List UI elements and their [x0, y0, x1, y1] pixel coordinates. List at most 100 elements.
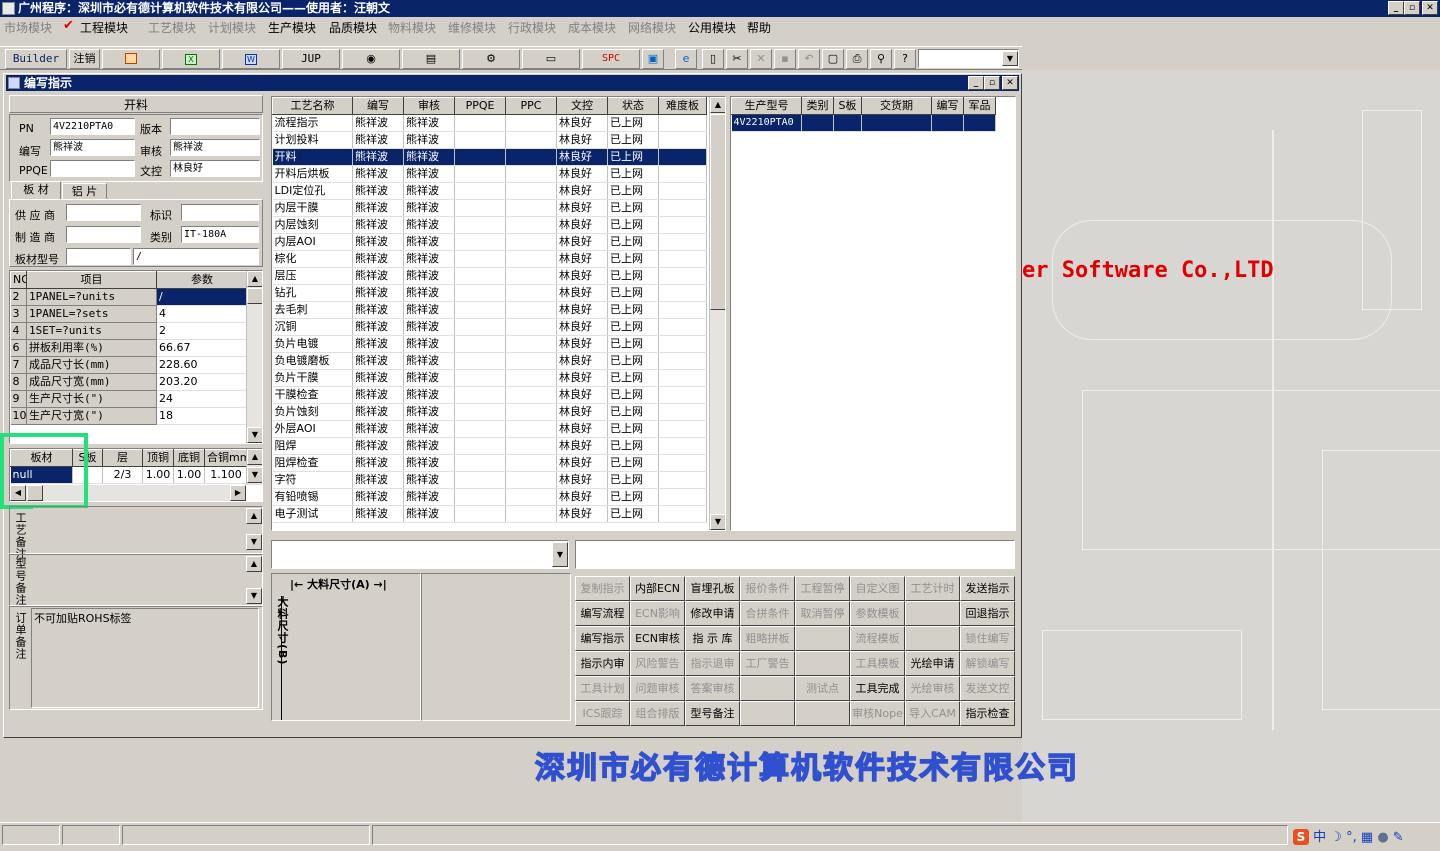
board-cell-5[interactable]: 1.100: [204, 466, 248, 484]
product-row[interactable]: 4V2210PTA0: [731, 114, 996, 132]
param-value[interactable]: 4: [156, 305, 248, 323]
action-button-2-6[interactable]: [905, 626, 960, 651]
action-button-4-4[interactable]: 测试点: [795, 676, 850, 701]
params-row[interactable]: 3 1PANEL=?sets 4: [10, 305, 248, 323]
action-button-0-4[interactable]: 工程暂停: [795, 576, 850, 601]
close-button[interactable]: ✕: [1422, 1, 1438, 15]
process-row[interactable]: 内层干膜 熊祥波 熊祥波 林良好 已上网: [272, 199, 707, 217]
board-col-5[interactable]: 合铜mm: [204, 449, 248, 467]
order-remark-field[interactable]: 不可加贴ROHS标签: [31, 608, 259, 708]
process-row[interactable]: 阻焊 熊祥波 熊祥波 林良好 已上网: [272, 437, 707, 455]
params-row[interactable]: 6 拼板利用率(%) 66.67: [10, 339, 248, 357]
action-button-1-7[interactable]: 回退指示: [960, 601, 1015, 626]
print-button[interactable]: ⎙: [846, 49, 868, 69]
action-button-2-3[interactable]: 粗略拼板: [740, 626, 795, 651]
process-col-5[interactable]: 文控: [556, 97, 608, 115]
menu-item-10[interactable]: 网络模块: [628, 19, 676, 36]
params-scrollbar[interactable]: ▲ ▼: [246, 271, 262, 443]
pn-field[interactable]: 4V2210PTA0: [50, 118, 135, 135]
cut-button[interactable]: ✂: [726, 49, 748, 69]
action-button-4-0[interactable]: 工具计划: [575, 676, 630, 701]
action-button-1-2[interactable]: 修改申请: [685, 601, 740, 626]
process-scrollbar[interactable]: ▲ ▼: [709, 97, 725, 530]
jup-button[interactable]: JUP: [282, 49, 340, 69]
action-button-5-3[interactable]: [740, 701, 795, 726]
action-button-1-0[interactable]: 编写流程: [575, 601, 630, 626]
params-row[interactable]: 2 1PANEL=?units /: [10, 288, 248, 306]
action-button-0-7[interactable]: 发送指示: [960, 576, 1015, 601]
process-row[interactable]: 字符 熊祥波 熊祥波 林良好 已上网: [272, 471, 707, 489]
scroll-thumb[interactable]: [247, 288, 262, 304]
scroll-up-icon[interactable]: ▲: [247, 449, 262, 465]
action-button-3-4[interactable]: [795, 651, 850, 676]
param-value[interactable]: 24: [156, 390, 248, 408]
menu-item-7[interactable]: 维修模块: [448, 19, 496, 36]
product-col-3[interactable]: 交货期: [861, 97, 932, 115]
product-col-0[interactable]: 生产型号: [731, 97, 802, 115]
logout-button[interactable]: 注销: [69, 49, 100, 69]
menu-item-1[interactable]: 工程模块: [80, 19, 128, 36]
action-button-3-7[interactable]: 解锁编写: [960, 651, 1015, 676]
powerpoint-button[interactable]: [102, 49, 160, 69]
scroll-up-icon[interactable]: ▲: [247, 271, 262, 287]
process-col-2[interactable]: 审核: [403, 97, 455, 115]
scroll-thumb[interactable]: [710, 114, 725, 310]
model-remark-scrollbar[interactable]: ▲ ▼: [246, 556, 262, 604]
action-button-4-7[interactable]: 发送文控: [960, 676, 1015, 701]
action-button-3-5[interactable]: 工具模板: [850, 651, 905, 676]
tools-button[interactable]: ⚙: [462, 49, 520, 69]
process-row[interactable]: 开料后烘板 熊祥波 熊祥波 林良好 已上网: [272, 165, 707, 183]
board-cell-4[interactable]: 1.00: [173, 466, 205, 484]
process-remark-scrollbar[interactable]: ▲ ▼: [246, 508, 262, 552]
params-row[interactable]: 7 成品尺寸长(mm) 228.60: [10, 356, 248, 374]
product-col-5[interactable]: 军品: [963, 97, 996, 115]
action-button-4-1[interactable]: 问题审核: [630, 676, 685, 701]
action-button-5-7[interactable]: 指示检查: [960, 701, 1015, 726]
mark-field[interactable]: [181, 204, 259, 221]
process-col-6[interactable]: 状态: [607, 97, 659, 115]
action-button-2-4[interactable]: [795, 626, 850, 651]
board-cell-3[interactable]: 1.00: [142, 466, 174, 484]
process-row[interactable]: 计划投料 熊祥波 熊祥波 林良好 已上网: [272, 131, 707, 149]
spc-button[interactable]: SPC: [582, 49, 640, 69]
save-button[interactable]: ▪: [774, 49, 796, 69]
model-remark-field[interactable]: [33, 556, 245, 604]
process-row[interactable]: 负片蚀刻 熊祥波 熊祥波 林良好 已上网: [272, 403, 707, 421]
process-row[interactable]: 沉铜 熊祥波 熊祥波 林良好 已上网: [272, 318, 707, 336]
action-button-5-0[interactable]: ICS跟踪: [575, 701, 630, 726]
process-col-7[interactable]: 难度板: [658, 97, 707, 115]
word-button[interactable]: W: [222, 49, 280, 69]
params-row[interactable]: 10 生产尺寸宽(") 18: [10, 407, 248, 425]
action-button-2-5[interactable]: 流程模板: [850, 626, 905, 651]
new-button[interactable]: ▯: [702, 49, 724, 69]
action-button-0-6[interactable]: 工艺计时: [905, 576, 960, 601]
action-button-4-2[interactable]: 答案审核: [685, 676, 740, 701]
scanner-button[interactable]: ▭: [522, 49, 580, 69]
param-value[interactable]: /: [156, 288, 248, 306]
menu-item-5[interactable]: 品质模块: [329, 19, 377, 36]
process-row[interactable]: 阻焊检查 熊祥波 熊祥波 林良好 已上网: [272, 454, 707, 472]
action-button-2-7[interactable]: 锁住编写: [960, 626, 1015, 651]
process-row[interactable]: 负电镀磨板 熊祥波 熊祥波 林良好 已上网: [272, 352, 707, 370]
tab-board[interactable]: 板 材: [11, 181, 61, 200]
col-param[interactable]: 参数: [156, 271, 248, 289]
menu-item-11[interactable]: 公用模块: [688, 19, 736, 36]
doc-control-field[interactable]: 林良好: [170, 160, 260, 177]
process-row[interactable]: 有铅喷锡 熊祥波 熊祥波 林良好 已上网: [272, 488, 707, 506]
menu-item-12[interactable]: 帮助: [747, 19, 771, 36]
action-button-3-6[interactable]: 光绘申请: [905, 651, 960, 676]
scroll-up-icon[interactable]: ▲: [246, 508, 262, 524]
ime-tray[interactable]: S 中 ☽ °, ▦ ● ✎: [1293, 826, 1438, 846]
params-row[interactable]: 8 成品尺寸宽(mm) 203.20: [10, 373, 248, 391]
child-restore-button[interactable]: ▫: [984, 76, 1000, 90]
find-button[interactable]: ⚲: [870, 49, 892, 69]
author-field[interactable]: 熊祥波: [50, 139, 135, 156]
params-row[interactable]: 9 生产尺寸长(") 24: [10, 390, 248, 408]
scroll-down-icon[interactable]: ▼: [246, 588, 262, 604]
process-row[interactable]: 钻孔 熊祥波 熊祥波 林良好 已上网: [272, 284, 707, 302]
scroll-up-icon[interactable]: ▲: [246, 556, 262, 572]
process-remark-field[interactable]: [33, 508, 245, 552]
tab-aluminum[interactable]: 铝 片: [62, 183, 107, 200]
process-row[interactable]: 负片电镀 熊祥波 熊祥波 林良好 已上网: [272, 335, 707, 353]
process-row[interactable]: 层压 熊祥波 熊祥波 林良好 已上网: [272, 267, 707, 285]
